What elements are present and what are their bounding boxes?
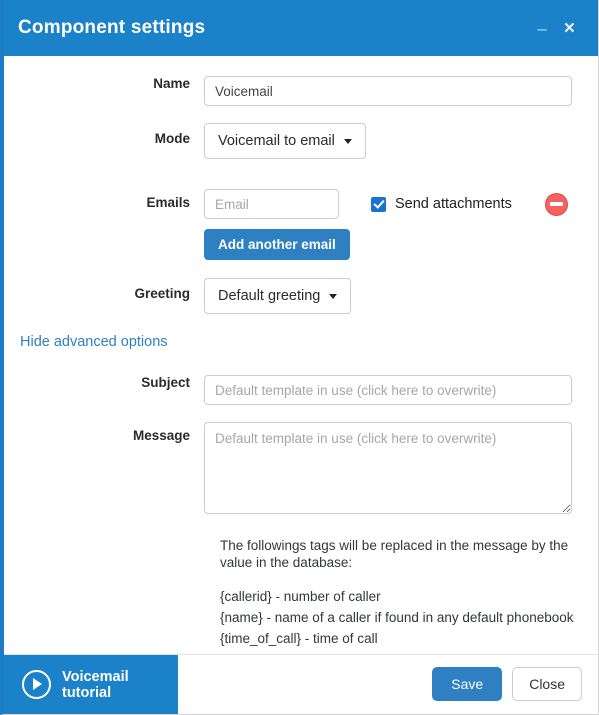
tags-help-section: The followings tags will be replaced in … [220, 537, 598, 649]
email-input[interactable] [204, 189, 339, 219]
email-entry-row: Send attachments [204, 189, 598, 219]
close-button[interactable]: Close [512, 667, 582, 701]
subject-input[interactable] [204, 375, 572, 405]
mode-field-wrap: Voicemail to email [204, 123, 598, 159]
mode-label: Mode [154, 131, 190, 146]
emails-field-wrap: Send attachments Add another email [204, 189, 598, 260]
close-icon[interactable]: × [554, 15, 582, 42]
component-settings-dialog: Component settings – × Name Mode Voicema… [0, 0, 599, 715]
send-attachments-checkbox[interactable]: Send attachments [371, 196, 512, 212]
message-field-wrap [204, 422, 598, 519]
message-row: Message [4, 422, 598, 519]
tag-item-name: {name} - name of a caller if found in an… [220, 610, 574, 625]
emails-label: Emails [146, 195, 190, 210]
name-label: Name [153, 76, 190, 91]
dialog-titlebar: Component settings – × [4, 0, 598, 56]
greeting-dropdown-value: Default greeting [218, 288, 321, 304]
remove-circle-icon[interactable] [544, 192, 568, 216]
name-row: Name [4, 76, 598, 106]
tags-list: {callerid} - number of caller {name} - n… [220, 586, 598, 649]
save-button[interactable]: Save [432, 667, 503, 701]
mode-dropdown[interactable]: Voicemail to email [204, 123, 366, 159]
checkbox-checked-icon [371, 196, 386, 212]
chevron-down-icon [343, 138, 352, 144]
tag-item-callerid: {callerid} - number of caller [220, 589, 381, 604]
name-input[interactable] [204, 76, 572, 106]
tag-item-time-of-call: {time_of_call} - time of call [220, 631, 378, 646]
chevron-down-icon [329, 293, 338, 299]
subject-field-wrap [204, 375, 598, 405]
greeting-field-wrap: Default greeting [204, 278, 598, 314]
message-textarea[interactable] [204, 422, 572, 514]
greeting-label: Greeting [134, 286, 190, 301]
subject-label: Subject [141, 375, 190, 390]
hide-advanced-options-link[interactable]: Hide advanced options [20, 334, 168, 350]
voicemail-tutorial-label: Voicemail tutorial [62, 668, 129, 701]
page-title: Component settings [18, 17, 206, 38]
add-another-email-button[interactable]: Add another email [204, 229, 350, 260]
tags-help-intro: The followings tags will be replaced in … [220, 538, 569, 570]
dialog-footer: Voicemail tutorial Save Close [4, 654, 598, 714]
play-icon [22, 670, 51, 699]
voicemail-tutorial-button[interactable]: Voicemail tutorial [4, 655, 178, 714]
footer-actions: Save Close [432, 667, 582, 701]
greeting-row: Greeting Default greeting [4, 278, 598, 314]
send-attachments-label: Send attachments [395, 196, 512, 212]
mode-row: Mode Voicemail to email [4, 123, 598, 159]
emails-row: Emails Send attachments Add another emai… [4, 189, 598, 260]
greeting-dropdown[interactable]: Default greeting [204, 278, 352, 314]
minimize-icon[interactable]: – [530, 16, 553, 41]
message-label: Message [132, 428, 190, 443]
subject-row: Subject [4, 375, 598, 405]
name-field-wrap [204, 76, 598, 106]
advanced-options-toggle-wrap: Hide advanced options [4, 333, 598, 351]
mode-dropdown-value: Voicemail to email [218, 133, 335, 149]
dialog-body: Name Mode Voicemail to email Emails [4, 76, 598, 683]
